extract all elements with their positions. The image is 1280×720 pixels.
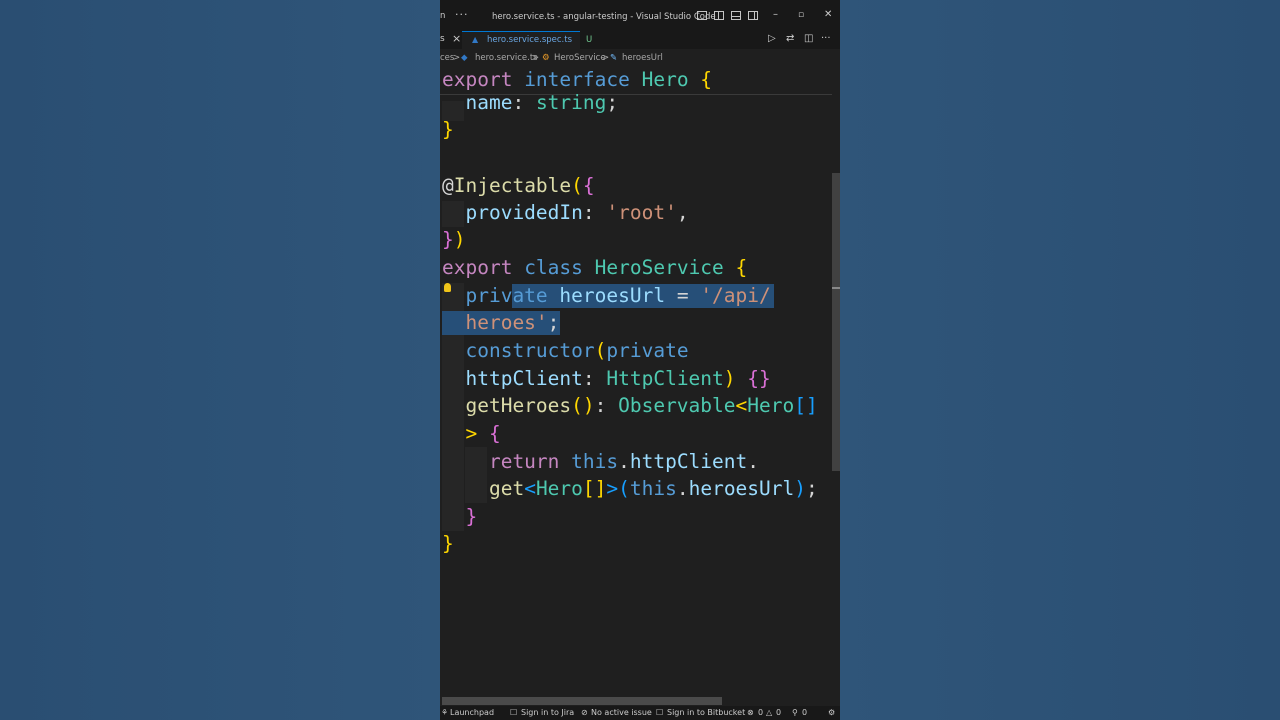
run-icon[interactable]: ▷ xyxy=(768,33,776,44)
more-actions-icon[interactable]: ··· xyxy=(821,33,831,44)
code-line: return this.httpClient. xyxy=(442,450,760,473)
breadcrumb-separator: > xyxy=(532,53,540,63)
error-icon[interactable]: ⊗ xyxy=(747,708,754,717)
bitbucket-icon: ☐ xyxy=(656,708,664,717)
code-line: > { xyxy=(442,422,501,445)
code-line: }) xyxy=(442,228,466,251)
status-bar: ⚘ Launchpad ☐ Sign in to Jira ⊘ No activ… xyxy=(440,706,840,720)
tab-bar: s × ▲ hero.service.spec.ts U ▷ ⇄ ◫ ··· xyxy=(440,31,840,49)
property-icon: ✎ xyxy=(610,53,618,63)
code-line: heroes'; xyxy=(442,311,560,334)
scrollbar-cursor-marker xyxy=(832,287,840,289)
ports-icon[interactable]: ⚲ xyxy=(792,708,798,717)
code-line: httpClient: HttpClient) {} xyxy=(442,367,771,390)
status-issue[interactable]: No active issue xyxy=(591,708,652,717)
more-icon[interactable]: ··· xyxy=(455,8,469,21)
background-left xyxy=(0,0,440,720)
notifications-icon[interactable]: ⚙ xyxy=(828,708,835,717)
breadcrumb-item[interactable]: HeroService xyxy=(554,53,606,63)
code-editor[interactable]: export interface Hero { name: string; } … xyxy=(440,67,832,695)
code-line: getHeroes(): Observable<Hero[] xyxy=(442,394,818,417)
code-line: export class HeroService { xyxy=(442,256,748,279)
code-line: get<Hero[]>(this.heroesUrl); xyxy=(442,477,818,500)
horizontal-scrollbar-thumb[interactable] xyxy=(442,697,722,705)
title-bar: n ··· hero.service.ts - angular-testing … xyxy=(440,0,840,33)
remote-icon[interactable]: ⚘ xyxy=(441,708,448,717)
warning-count[interactable]: 0 xyxy=(776,708,781,717)
warning-icon[interactable]: △ xyxy=(766,708,772,717)
code-line: name: string; xyxy=(442,91,619,114)
tab-label: hero.service.spec.ts xyxy=(487,35,573,45)
status-launchpad[interactable]: Launchpad xyxy=(450,708,494,717)
vertical-scrollbar-thumb[interactable] xyxy=(832,173,840,471)
breadcrumb-item[interactable]: heroesUrl xyxy=(622,53,663,63)
breadcrumb: ces > ◆ hero.service.ts > ⚙ HeroService … xyxy=(440,51,840,67)
code-line: @Injectable({ xyxy=(442,174,595,197)
typescript-file-icon: ▲ xyxy=(472,35,479,44)
class-icon: ⚙ xyxy=(542,53,550,63)
issue-icon: ⊘ xyxy=(581,708,588,717)
menu-fragment[interactable]: n xyxy=(440,11,445,21)
untracked-badge: U xyxy=(586,35,593,45)
breadcrumb-separator: > xyxy=(602,53,610,63)
breadcrumb-item[interactable]: hero.service.ts xyxy=(475,53,538,63)
vscode-window: n ··· hero.service.ts - angular-testing … xyxy=(440,0,840,720)
error-count[interactable]: 0 xyxy=(758,708,763,717)
tab-hero-service-spec[interactable]: ▲ hero.service.spec.ts U xyxy=(462,31,592,49)
minimize-icon[interactable]: – xyxy=(773,9,778,20)
sidebar-icon[interactable] xyxy=(748,11,758,20)
code-line: private heroesUrl = '/api/ xyxy=(442,284,771,307)
panel-icon[interactable] xyxy=(731,11,741,20)
layout-icon[interactable] xyxy=(697,11,707,20)
code-line: } xyxy=(465,505,478,528)
code-line: providedIn: 'root', xyxy=(442,201,689,224)
status-bitbucket[interactable]: Sign in to Bitbucket xyxy=(667,708,745,717)
split-editor-icon[interactable]: ◫ xyxy=(804,33,813,44)
status-jira[interactable]: Sign in to Jira xyxy=(521,708,574,717)
compare-icon[interactable]: ⇄ xyxy=(786,33,794,44)
close-tab-icon[interactable]: × xyxy=(452,32,461,45)
ports-count[interactable]: 0 xyxy=(802,708,807,717)
ts-file-icon: ◆ xyxy=(461,53,468,63)
code-line: } xyxy=(442,532,454,555)
tab-previous[interactable]: s xyxy=(440,34,445,44)
breadcrumb-separator: > xyxy=(453,53,461,63)
code-line: constructor(private xyxy=(465,339,689,362)
jira-icon: ☐ xyxy=(510,708,518,717)
code-line: } xyxy=(442,118,454,141)
split-icon[interactable] xyxy=(714,11,724,20)
background-right xyxy=(840,0,1280,720)
window-title: hero.service.ts - angular-testing - Visu… xyxy=(492,12,716,22)
maximize-icon[interactable]: ▫ xyxy=(798,10,804,20)
close-icon[interactable]: ✕ xyxy=(824,9,832,20)
